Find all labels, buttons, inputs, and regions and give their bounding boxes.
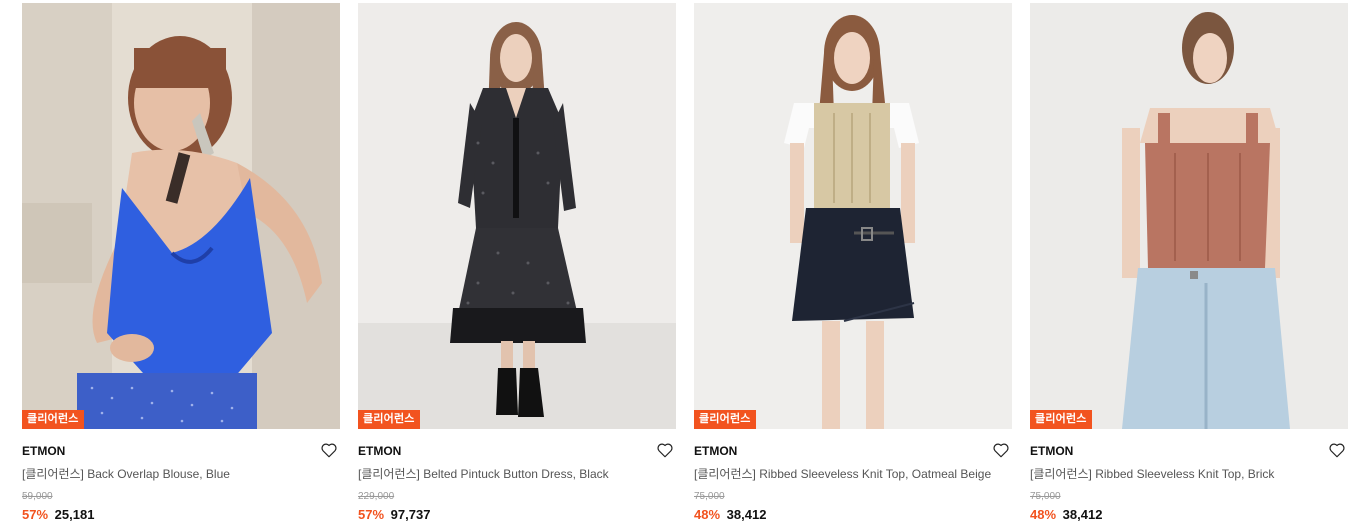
- product-name[interactable]: [클리어런스] Belted Pintuck Button Dress, Bla…: [358, 466, 676, 482]
- product-card[interactable]: 클리어런스 ETMON [클리어런스] Ribbed Sleeveless Kn…: [694, 3, 1012, 523]
- product-info: ETMON [클리어런스] Back Overlap Blouse, Blue …: [22, 429, 340, 523]
- clearance-badge: 클리어런스: [694, 410, 756, 429]
- product-photo-oatmeal-knit: [694, 3, 1012, 429]
- product-image[interactable]: 클리어런스: [1030, 3, 1348, 429]
- discount-rate: 48%: [1030, 507, 1057, 522]
- product-photo-blue-blouse: [22, 3, 340, 429]
- product-image[interactable]: 클리어런스: [22, 3, 340, 429]
- product-card[interactable]: 클리어런스 ETMON [클리어런스] Back Overlap Blouse,…: [22, 3, 340, 523]
- brand-name[interactable]: ETMON: [358, 443, 676, 459]
- product-image[interactable]: 클리어런스: [358, 3, 676, 429]
- sale-price: 38,412: [1062, 507, 1103, 522]
- product-name[interactable]: [클리어런스] Ribbed Sleeveless Knit Top, Bric…: [1030, 466, 1348, 482]
- heart-outline-icon[interactable]: [656, 441, 674, 459]
- sale-price: 38,412: [726, 507, 767, 522]
- heart-outline-icon[interactable]: [992, 441, 1010, 459]
- brand-name[interactable]: ETMON: [1030, 443, 1348, 459]
- clearance-badge: 클리어런스: [1030, 410, 1092, 429]
- product-info: ETMON [클리어런스] Belted Pintuck Button Dres…: [358, 429, 676, 523]
- product-name[interactable]: [클리어런스] Ribbed Sleeveless Knit Top, Oatm…: [694, 466, 1012, 482]
- product-card[interactable]: 클리어런스 ETMON [클리어런스] Belted Pintuck Butto…: [358, 3, 676, 523]
- heart-outline-icon[interactable]: [1328, 441, 1346, 459]
- price-row: 48% 38,412: [1030, 507, 1348, 523]
- discount-rate: 48%: [694, 507, 721, 522]
- sale-price: 25,181: [54, 507, 95, 522]
- product-info: ETMON [클리어런스] Ribbed Sleeveless Knit Top…: [694, 429, 1012, 523]
- price-row: 57% 25,181: [22, 507, 340, 523]
- price-row: 48% 38,412: [694, 507, 1012, 523]
- sale-price: 97,737: [390, 507, 431, 522]
- product-grid: 클리어런스 ETMON [클리어런스] Back Overlap Blouse,…: [22, 3, 1348, 523]
- original-price: 75,000: [1030, 491, 1061, 502]
- product-info: ETMON [클리어런스] Ribbed Sleeveless Knit Top…: [1030, 429, 1348, 523]
- original-price: 229,000: [358, 491, 395, 502]
- product-image[interactable]: 클리어런스: [694, 3, 1012, 429]
- original-price: 75,000: [694, 491, 725, 502]
- clearance-badge: 클리어런스: [22, 410, 84, 429]
- brand-name[interactable]: ETMON: [694, 443, 1012, 459]
- heart-outline-icon[interactable]: [320, 441, 338, 459]
- product-photo-brick-knit: [1030, 3, 1348, 429]
- clearance-badge: 클리어런스: [358, 410, 420, 429]
- discount-rate: 57%: [358, 507, 385, 522]
- brand-name[interactable]: ETMON: [22, 443, 340, 459]
- product-photo-black-dress: [358, 3, 676, 429]
- product-name[interactable]: [클리어런스] Back Overlap Blouse, Blue: [22, 466, 340, 482]
- discount-rate: 57%: [22, 507, 49, 522]
- original-price: 59,000: [22, 491, 53, 502]
- product-card[interactable]: 클리어런스 ETMON [클리어런스] Ribbed Sleeveless Kn…: [1030, 3, 1348, 523]
- price-row: 57% 97,737: [358, 507, 676, 523]
